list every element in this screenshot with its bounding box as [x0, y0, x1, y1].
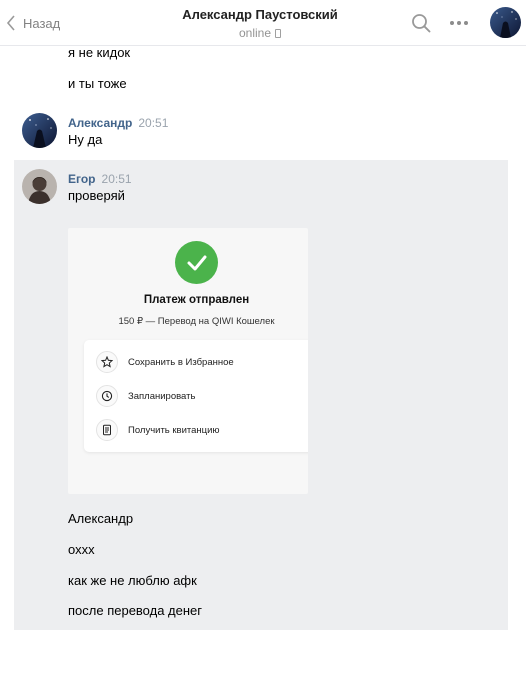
- message-text: как же не люблю афк: [68, 573, 197, 588]
- online-status: online: [150, 24, 370, 42]
- search-icon: [412, 14, 431, 33]
- avatar[interactable]: [22, 169, 57, 204]
- message-text: проверяй: [68, 188, 125, 203]
- message-author-line: Александр 20:51: [68, 115, 168, 131]
- search-button[interactable]: [410, 12, 432, 34]
- action-label: Запланировать: [128, 390, 196, 402]
- more-button[interactable]: [448, 13, 470, 33]
- back-button[interactable]: Назад: [0, 0, 60, 46]
- chat-avatar[interactable]: [490, 7, 521, 38]
- author-name[interactable]: Александр: [68, 116, 132, 130]
- message-text: и ты тоже: [68, 76, 127, 91]
- more-dot-icon: [450, 21, 454, 25]
- message-text: Ну да: [68, 132, 103, 147]
- payment-subtitle: 150 ₽ — Перевод на QIWI Кошелек: [118, 316, 275, 327]
- action-schedule: Запланировать: [96, 384, 195, 408]
- star-icon: [96, 351, 118, 373]
- back-label: Назад: [23, 15, 61, 31]
- more-dot-icon: [457, 21, 461, 25]
- clock-icon: [96, 385, 118, 407]
- message-text: я не кидок: [68, 45, 131, 60]
- author-name[interactable]: Егор: [68, 172, 96, 186]
- chevron-left-icon: [2, 14, 20, 32]
- message-text: оххх: [68, 542, 95, 557]
- payment-actions: Сохранить в Избранное Запланировать Полу…: [84, 340, 308, 452]
- status-text: online: [238, 26, 272, 40]
- message-text: Александр: [68, 511, 134, 526]
- mobile-phone-icon: [275, 29, 282, 38]
- receipt-icon: [96, 419, 118, 441]
- chat-header: Назад Александр Паустовский online: [0, 0, 526, 46]
- message-time[interactable]: 20:51: [102, 172, 132, 186]
- payment-title: Платеж отправлен: [143, 294, 250, 306]
- message-text: после перевода денег: [68, 603, 203, 618]
- action-label: Сохранить в Избранное: [128, 356, 234, 368]
- more-dot-icon: [464, 21, 468, 25]
- message-time[interactable]: 20:51: [138, 116, 168, 130]
- action-save-favorite: Сохранить в Избранное: [96, 350, 234, 374]
- message-author-line: Егор 20:51: [68, 171, 132, 187]
- chat-title-block[interactable]: Александр Паустовский online: [150, 6, 370, 42]
- action-get-receipt: Получить квитанцию: [96, 418, 220, 442]
- success-check-icon: [175, 241, 218, 284]
- action-label: Получить квитанцию: [128, 424, 220, 436]
- photo-attachment[interactable]: Платеж отправлен 150 ₽ — Перевод на QIWI…: [68, 228, 308, 494]
- chat-title: Александр Паустовский: [182, 7, 338, 22]
- avatar[interactable]: [22, 113, 57, 148]
